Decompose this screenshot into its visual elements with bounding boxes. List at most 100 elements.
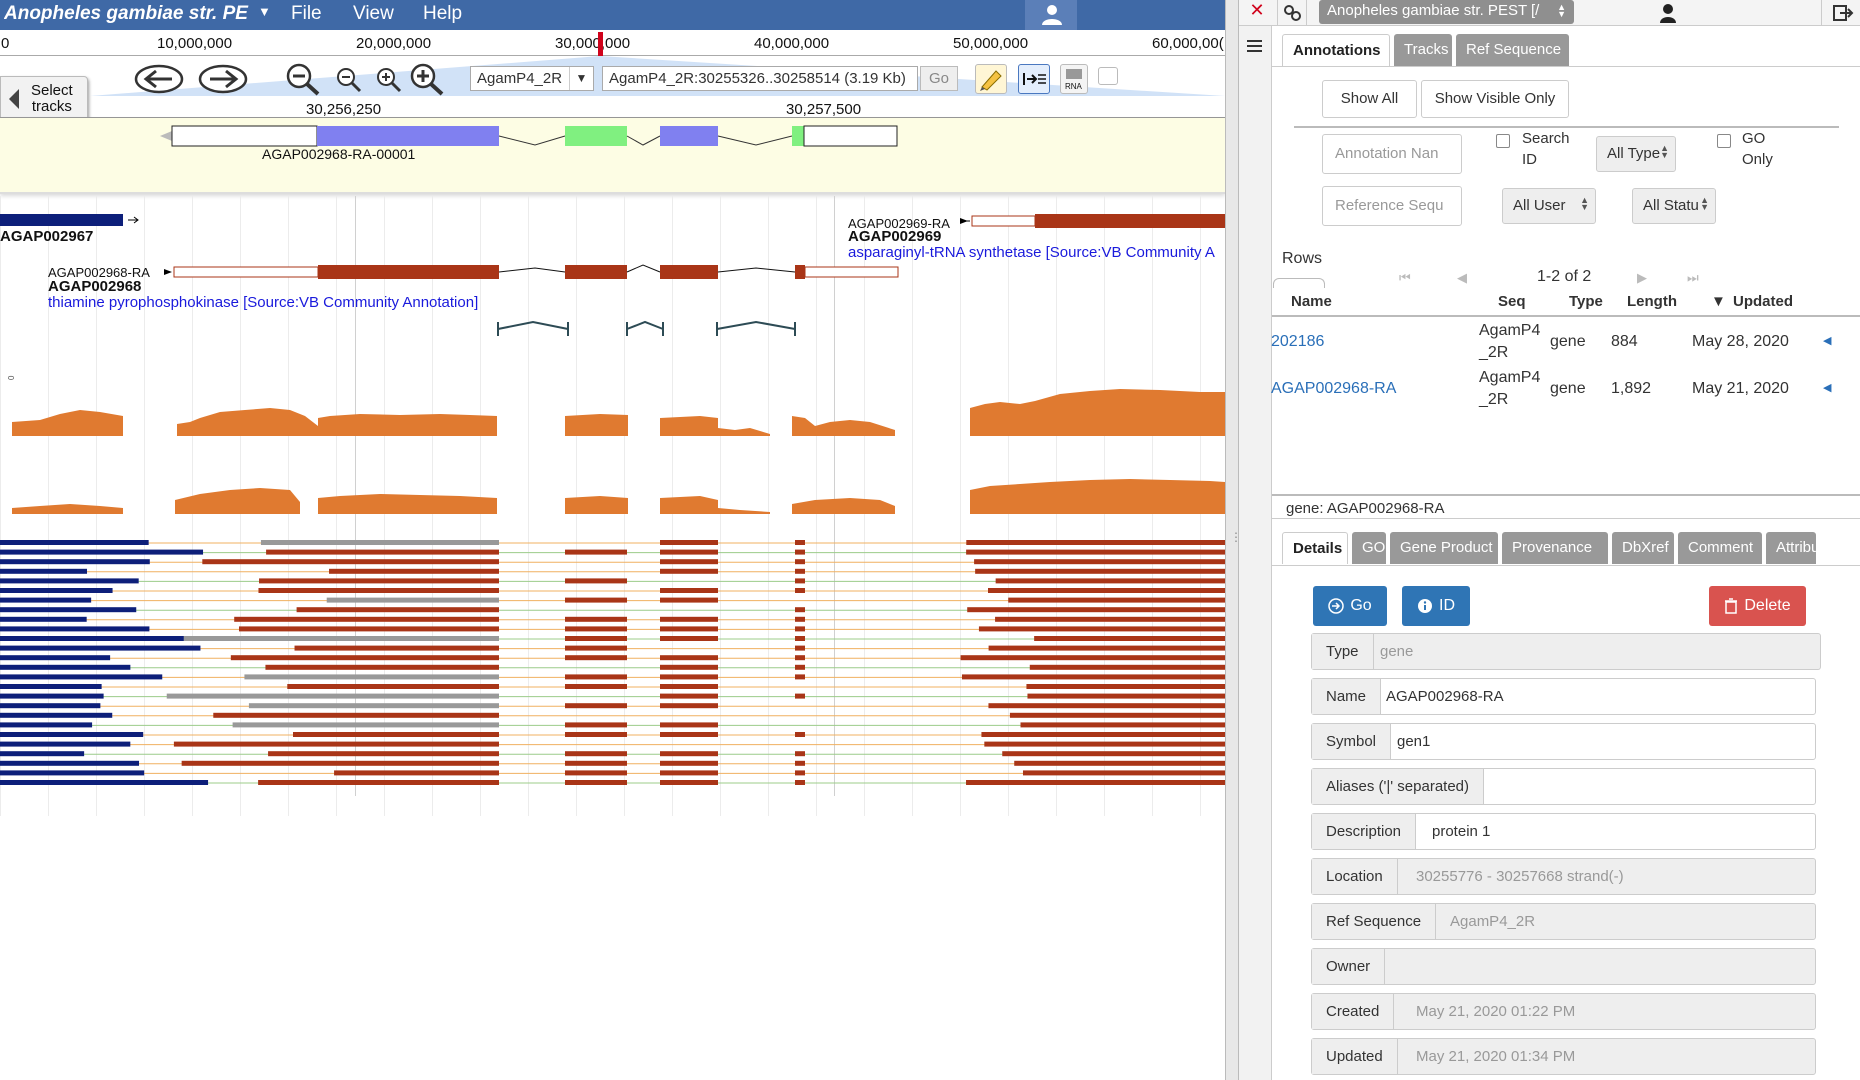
read-AGAP002967[interactable]: [0, 578, 139, 584]
read-exon-block[interactable]: [565, 732, 627, 737]
read-AGAP002969[interactable]: [1022, 770, 1225, 776]
tab-details[interactable]: Details: [1282, 532, 1348, 564]
read-AGAP002968[interactable]: [294, 645, 499, 651]
organism-menu[interactable]: Anopheles gambiae str. PE: [4, 3, 254, 25]
search-id-checkbox[interactable]: [1496, 134, 1510, 148]
read-AGAP002969[interactable]: [975, 568, 1225, 574]
read-AGAP002969[interactable]: [966, 780, 1225, 785]
user-filter-select[interactable]: All User ▲ ▼: [1502, 188, 1596, 224]
delete-button[interactable]: Delete: [1709, 586, 1806, 626]
tab-attributes[interactable]: Attribu: [1766, 532, 1816, 564]
read-AGAP002969[interactable]: [1002, 751, 1225, 757]
row-name-link[interactable]: AGAP002968-RA: [1271, 380, 1396, 398]
blank-toggle-button[interactable]: [1098, 67, 1118, 85]
annotation-name-input[interactable]: Annotation Nan: [1322, 134, 1462, 174]
read-AGAP002968[interactable]: [268, 751, 499, 757]
read-AGAP002969[interactable]: [1034, 636, 1225, 641]
read-AGAP002967[interactable]: [0, 722, 93, 728]
tab-go[interactable]: GO: [1352, 532, 1386, 564]
field-name[interactable]: Name AGAP002968-RA: [1311, 678, 1816, 715]
read-exon-block[interactable]: [660, 588, 718, 593]
user-button[interactable]: [1025, 0, 1077, 30]
row-expand-icon[interactable]: ◀: [1823, 381, 1831, 394]
read-AGAP002969[interactable]: [1014, 760, 1225, 766]
read-exon-block[interactable]: [795, 751, 805, 757]
read-exon-block[interactable]: [660, 549, 718, 555]
tab-ref-sequence[interactable]: Ref Sequence: [1456, 34, 1569, 66]
read-exon-block[interactable]: [660, 751, 718, 757]
read-exon-block[interactable]: [795, 645, 805, 651]
read-AGAP002969[interactable]: [1026, 684, 1225, 689]
read-AGAP002968[interactable]: [266, 549, 499, 555]
reference-sequence-input[interactable]: Reference Sequ: [1322, 186, 1462, 226]
first-page-icon[interactable]: ⏮: [1399, 270, 1411, 286]
read-AGAP002969[interactable]: [961, 674, 1225, 680]
read-AGAP002969[interactable]: [1027, 693, 1225, 699]
read-exon-block[interactable]: [795, 540, 805, 545]
show-all-button[interactable]: Show All: [1322, 80, 1417, 118]
read-AGAP002969[interactable]: [995, 578, 1225, 584]
read-AGAP002969[interactable]: [981, 732, 1225, 737]
read-AGAP002968[interactable]: [213, 712, 499, 718]
read-AGAP002967[interactable]: [0, 760, 140, 766]
tab-gene-product[interactable]: Gene Product: [1390, 532, 1498, 564]
read-exon-block[interactable]: [795, 559, 805, 565]
column-header-name[interactable]: Name: [1291, 293, 1332, 310]
read-AGAP002967[interactable]: [0, 780, 209, 785]
read-exon-block[interactable]: [660, 722, 718, 728]
read-AGAP002968[interactable]: [334, 770, 499, 776]
read-exon-block[interactable]: [660, 732, 718, 737]
tab-annotations[interactable]: Annotations: [1282, 34, 1390, 66]
read-AGAP002967[interactable]: [0, 607, 137, 613]
column-header-type[interactable]: Type: [1569, 293, 1603, 310]
read-exon-block[interactable]: [660, 674, 718, 680]
chromosome-overview[interactable]: 0 10,000,000 20,000,000 30,000,000 40,00…: [0, 30, 1225, 56]
next-page-icon[interactable]: ▶: [1637, 270, 1647, 286]
panel-splitter[interactable]: ⋮: [1225, 0, 1242, 1080]
read-exon-block[interactable]: [565, 549, 627, 555]
highlight-button[interactable]: [975, 64, 1007, 94]
location-input[interactable]: AgamP4_2R:30255326..30258514 (3.19 Kb): [602, 66, 918, 91]
read-exon-block[interactable]: [795, 732, 805, 737]
read-AGAP002967[interactable]: [0, 751, 85, 757]
go-only-checkbox[interactable]: [1717, 134, 1731, 148]
read-exon-block[interactable]: [565, 751, 627, 757]
read-exon-block[interactable]: [795, 607, 805, 613]
organism-select[interactable]: Anopheles gambiae str. PEST [/ ▲ ▼: [1319, 0, 1574, 24]
tab-dbxref[interactable]: DbXref: [1612, 532, 1674, 564]
gene-name-AGAP002969[interactable]: AGAP002969: [848, 228, 941, 245]
read-AGAP002967[interactable]: [0, 626, 150, 632]
read-AGAP002967[interactable]: [0, 549, 204, 555]
read-AGAP002968[interactable]: [234, 616, 499, 622]
read-AGAP002967[interactable]: [0, 616, 87, 622]
read-AGAP002969[interactable]: [988, 703, 1225, 709]
read-exon-block[interactable]: [660, 626, 718, 632]
read-exon-block[interactable]: [660, 636, 718, 641]
read-exon-block[interactable]: [660, 684, 718, 689]
read-exon-block[interactable]: [660, 568, 718, 574]
read-AGAP002967[interactable]: [0, 693, 104, 699]
read-AGAP002969[interactable]: [966, 549, 1225, 555]
read-exon-block[interactable]: [660, 616, 718, 622]
read-exon-block[interactable]: [660, 664, 718, 670]
read-AGAP002968[interactable]: [326, 597, 499, 603]
read-exon-block[interactable]: [795, 568, 805, 574]
read-AGAP002967[interactable]: [0, 568, 88, 574]
read-exon-block[interactable]: [795, 626, 805, 632]
read-AGAP002968[interactable]: [260, 540, 499, 545]
user-annotation-track[interactable]: AGAP002968-RA-00001: [0, 118, 1225, 194]
read-AGAP002967[interactable]: [0, 664, 131, 670]
read-exon-block[interactable]: [660, 693, 718, 699]
read-AGAP002969[interactable]: [988, 588, 1225, 593]
zoom-out-button[interactable]: [333, 62, 363, 96]
read-exon-block[interactable]: [565, 626, 627, 632]
field-symbol[interactable]: Symbol gen1: [1311, 723, 1816, 760]
read-AGAP002969[interactable]: [1009, 712, 1225, 718]
reference-sequence-select[interactable]: AgamP4_2R ▼: [470, 66, 594, 91]
user-icon[interactable]: [1659, 3, 1677, 27]
type-filter-select[interactable]: All Type ▲ ▼: [1596, 136, 1676, 172]
read-AGAP002967[interactable]: [0, 770, 145, 776]
read-exon-block[interactable]: [565, 645, 627, 651]
read-exon-block[interactable]: [565, 674, 627, 680]
read-AGAP002968[interactable]: [244, 674, 499, 680]
